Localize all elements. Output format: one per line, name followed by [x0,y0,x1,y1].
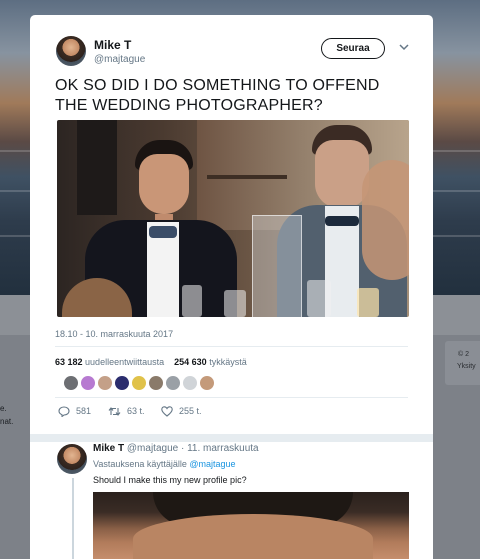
retweet-icon [108,407,121,417]
background-footer-card: © 2 Yksity [445,341,480,385]
chevron-down-icon[interactable] [397,41,411,53]
author-handle[interactable]: @majtague [94,54,145,65]
liker-avatar[interactable] [131,375,147,391]
author-name[interactable]: Mike T [94,38,131,52]
reply-icon [58,406,70,418]
reply-avatar[interactable] [57,444,87,474]
liker-avatar[interactable] [182,375,198,391]
reply-action[interactable]: 581 [58,406,92,418]
reply-author-name[interactable]: Mike T [93,443,124,454]
likes-label[interactable]: tykkäystä [209,357,247,367]
replying-to-mention[interactable]: @majtague [189,459,235,469]
tweet-photo[interactable] [57,120,409,317]
thread-line [72,478,74,559]
avatar[interactable] [56,36,86,66]
divider [55,397,408,398]
background-privacy-link[interactable]: Yksity [457,363,476,370]
like-action[interactable]: 255 t. [161,406,202,417]
liker-avatar[interactable] [148,375,164,391]
retweets-label[interactable]: uudelleentwiittausta [85,357,164,367]
background-copyright: © 2 [458,351,469,358]
liker-avatar[interactable] [199,375,215,391]
liker-avatar[interactable] [165,375,181,391]
retweet-action[interactable]: 63 t. [108,406,145,417]
reply-text: Should I make this my new profile pic? [93,475,247,485]
liker-avatar[interactable] [80,375,96,391]
heart-icon [161,406,173,417]
replying-to-prefix: Vastauksena käyttäjälle [93,459,187,469]
likes-count[interactable]: 254 630 [174,357,207,367]
tweet-text: OK SO DID I DO SOMETHING TO OFFEND THE W… [55,77,380,114]
background-left-text: e. nat. [0,404,14,426]
like-count: 255 t. [179,406,202,416]
liker-avatar[interactable] [114,375,130,391]
replying-to: Vastauksena käyttäjälle @majtague [93,459,236,469]
reply-photo[interactable] [93,492,409,559]
tweet-modal: Mike T @majtague Seuraa OK SO DID I DO S… [30,15,433,559]
tweet-timestamp[interactable]: 18.10 - 10. marraskuuta 2017 [55,329,173,339]
reply-header: Mike T @majtague · 11. marraskuuta [93,443,259,454]
reply-count: 581 [76,406,92,416]
liker-avatar[interactable] [97,375,113,391]
tweet-stats: 63 182 uudelleentwiittausta 254 630 tykk… [55,357,247,367]
divider [55,346,408,347]
retweet-count: 63 t. [127,406,145,416]
retweets-count[interactable]: 63 182 [55,357,83,367]
follow-button[interactable]: Seuraa [321,38,385,59]
section-separator [30,434,433,442]
liker-avatar[interactable] [63,375,79,391]
reply-meta[interactable]: @majtague · 11. marraskuuta [127,443,259,454]
